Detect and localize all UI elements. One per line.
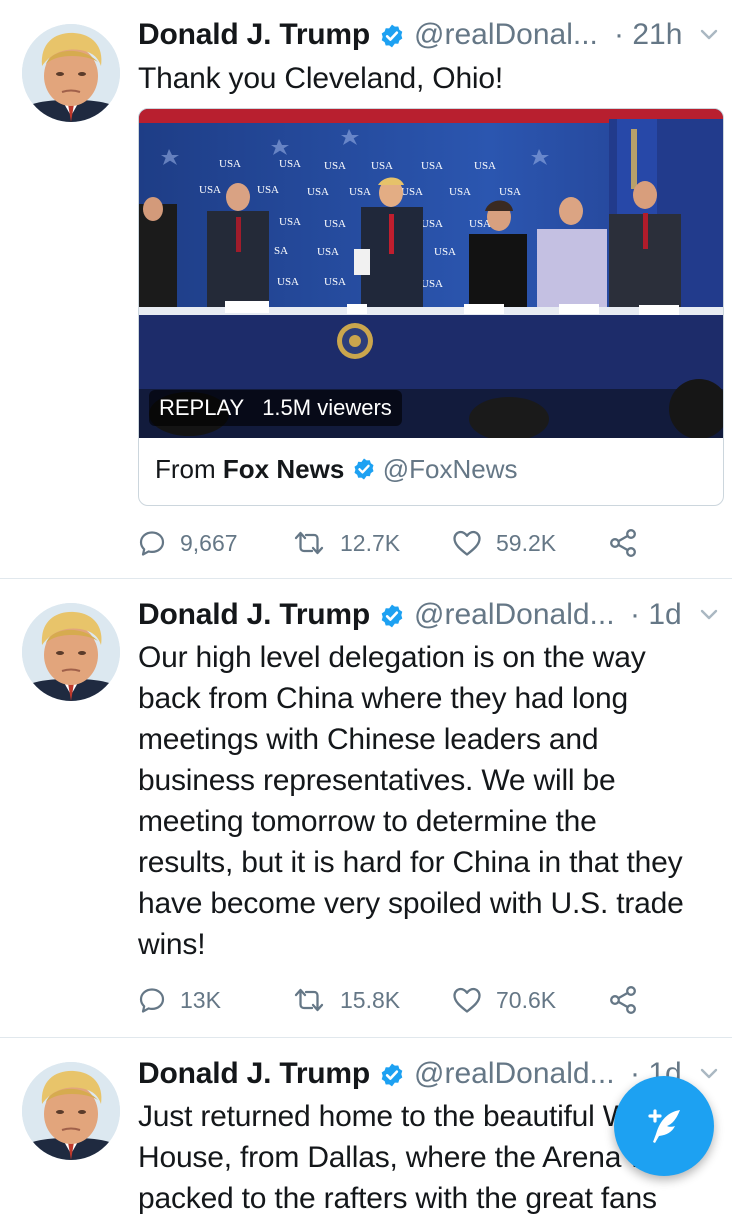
compose-tweet-button[interactable] [614, 1076, 714, 1176]
video-card[interactable]: USA USA USA USA USA USA USA USA USA USA USA USA U… [138, 108, 724, 506]
reply-button[interactable]: 13K [138, 983, 221, 1017]
verified-badge-icon [379, 603, 405, 629]
author-handle[interactable]: @realDonald... [414, 598, 615, 632]
verified-badge-icon [352, 457, 376, 481]
tweet-text-line: Our high level delegation is on the way [138, 641, 646, 674]
tweet-text-line: results, but it is hard for China in tha… [138, 846, 683, 879]
like-count: 70.6K [496, 986, 557, 1013]
svg-text:SA: SA [274, 245, 288, 257]
svg-text:USA: USA [324, 160, 346, 172]
chevron-down-icon[interactable] [698, 1063, 720, 1085]
from-label: From [155, 454, 216, 484]
tweet-text-line: packed to the rafters with the great fan… [138, 1182, 657, 1215]
svg-text:USA: USA [199, 184, 221, 196]
chevron-down-icon[interactable] [698, 604, 720, 626]
reply-button[interactable]: 9,667 [138, 526, 238, 560]
avatar[interactable] [22, 603, 120, 701]
share-icon [608, 528, 638, 558]
tweet-header: Donald J. Trump @realDonal... · 21h [138, 18, 732, 62]
reply-icon [138, 529, 166, 557]
like-button[interactable]: 59.2K [452, 526, 556, 560]
retweet-count: 12.7K [340, 529, 401, 556]
svg-text:USA: USA [307, 186, 329, 198]
tweet-text-line: have become very spoiled with U.S. trade [138, 887, 684, 920]
svg-text:USA: USA [401, 186, 423, 198]
svg-text:USA: USA [499, 186, 521, 198]
source-name[interactable]: Fox News [223, 454, 344, 484]
reply-count: 9,667 [180, 529, 238, 556]
share-icon [608, 985, 638, 1015]
tweet[interactable]: Donald J. Trump @realDonal... · 21h Than… [0, 0, 732, 579]
tweet-header: Donald J. Trump @realDonald... · 1d [138, 598, 732, 642]
tweet-text-line: meetings with Chinese leaders and [138, 723, 599, 756]
svg-text:USA: USA [349, 186, 371, 198]
svg-text:USA: USA [474, 160, 496, 172]
svg-text:USA: USA [421, 160, 443, 172]
like-count: 59.2K [496, 529, 557, 556]
svg-text:USA: USA [421, 218, 443, 230]
retweet-icon [292, 986, 326, 1014]
retweet-icon [292, 529, 326, 557]
live-replay-badge: REPLAY 1.5M viewers [149, 390, 402, 426]
share-button[interactable] [608, 983, 652, 1017]
tweet-text-line: business representatives. We will be [138, 764, 616, 797]
video-source[interactable]: From Fox News @FoxNews [155, 454, 518, 485]
retweet-button[interactable]: 15.8K [292, 983, 400, 1017]
verified-badge-icon [379, 23, 405, 49]
svg-text:USA: USA [279, 158, 301, 170]
retweet-count: 15.8K [340, 986, 401, 1013]
compose-tweet-icon [648, 1109, 680, 1143]
tweet-text: Our high level delegation is on the way … [138, 637, 718, 965]
author-name[interactable]: Donald J. Trump [138, 18, 370, 52]
like-button[interactable]: 70.6K [452, 983, 556, 1017]
svg-text:USA: USA [317, 246, 339, 258]
reply-icon [138, 986, 166, 1014]
tweet-text-line: back from China where they had long [138, 682, 628, 715]
svg-text:USA: USA [324, 276, 346, 288]
svg-text:USA: USA [371, 160, 393, 172]
author-handle[interactable]: @realDonal... [414, 18, 598, 52]
tweet-text-line: meeting tomorrow to determine the [138, 805, 597, 838]
tweet-actions: 13K 15.8K 70.6K [138, 983, 698, 1017]
svg-text:USA: USA [421, 278, 443, 290]
tweet-text-line: Thank you Cleveland, Ohio! [138, 62, 504, 95]
author-name[interactable]: Donald J. Trump [138, 598, 370, 632]
svg-text:USA: USA [279, 216, 301, 228]
timestamp[interactable]: · 21h [614, 18, 682, 52]
like-icon [452, 529, 482, 557]
svg-text:USA: USA [277, 276, 299, 288]
avatar[interactable] [22, 24, 120, 122]
svg-text:USA: USA [434, 246, 456, 258]
viewer-count: 1.5M viewers [262, 395, 392, 420]
like-icon [452, 986, 482, 1014]
avatar[interactable] [22, 1062, 120, 1160]
tweet-actions: 9,667 12.7K 59.2K [138, 526, 698, 560]
video-thumbnail[interactable]: USA USA USA USA USA USA USA USA USA USA USA USA U… [139, 109, 723, 438]
svg-text:USA: USA [324, 218, 346, 230]
retweet-button[interactable]: 12.7K [292, 526, 400, 560]
tweet[interactable]: Donald J. Trump @realDonald... · 1d Our … [0, 579, 732, 1038]
tweet-text-line: wins! [138, 928, 206, 961]
author-handle[interactable]: @realDonald... [414, 1057, 615, 1091]
svg-text:USA: USA [219, 158, 241, 170]
reply-count: 13K [180, 986, 221, 1013]
replay-label: REPLAY [159, 395, 245, 420]
svg-text:USA: USA [257, 184, 279, 196]
author-name[interactable]: Donald J. Trump [138, 1057, 370, 1091]
svg-text:USA: USA [449, 186, 471, 198]
chevron-down-icon[interactable] [698, 24, 720, 46]
share-button[interactable] [608, 526, 652, 560]
timestamp[interactable]: · 1d [630, 598, 682, 632]
verified-badge-icon [379, 1062, 405, 1088]
source-handle[interactable]: @FoxNews [383, 454, 518, 484]
tweet-text: Thank you Cleveland, Ohio! [138, 58, 718, 99]
